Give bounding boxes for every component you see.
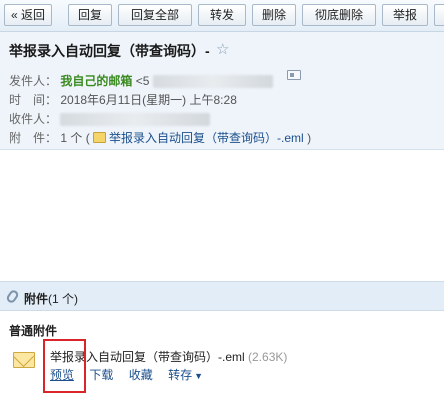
highlight-box (43, 339, 86, 393)
paperclip-icon (5, 288, 20, 305)
back-button[interactable]: « 返回 (4, 4, 52, 26)
attachment-bar-label: 附件 (24, 292, 49, 306)
mail-toolbar: « 返回 回复 回复全部 转发 删除 彻底删除 举报 (0, 0, 444, 32)
attachment-count: 1 个 ( (60, 131, 90, 145)
contact-card-icon[interactable] (287, 70, 301, 80)
normal-attachments-heading: 普通附件 (9, 324, 58, 338)
delete-button[interactable]: 删除 (252, 4, 296, 26)
report-button[interactable]: 举报 (382, 4, 428, 26)
eml-file-icon (93, 132, 107, 143)
time-value: 2018年6月11日(星期一) 上午8:28 (60, 93, 237, 107)
sender-row: 发件人： 我自己的邮箱 <5 (9, 72, 273, 89)
attachment-bar-count: (1 个) (48, 292, 79, 306)
time-row: 时 间： 2018年6月11日(星期一) 上午8:28 (9, 91, 237, 108)
attachment-link[interactable]: 举报录入自动回复（带查询码）-.eml (109, 131, 304, 145)
redacted-address (152, 75, 273, 89)
attachment-label: 附 件： (9, 131, 58, 145)
attachment-close: ) (307, 131, 312, 145)
recipient-label: 收件人： (9, 112, 58, 126)
sender-label: 发件人： (9, 74, 58, 88)
collect-link[interactable]: 收藏 (129, 368, 153, 382)
envelope-icon (13, 352, 35, 368)
redacted-recipient (60, 113, 211, 127)
chevron-down-icon: ▼ (194, 371, 204, 381)
recipient-row: 收件人： (9, 110, 211, 127)
attachment-row: 附 件： 1 个 ( 举报录入自动回复（带查询码）-.eml ) (9, 129, 311, 146)
save-to-label: 转存 (168, 368, 193, 382)
forward-button[interactable]: 转发 (198, 4, 246, 26)
download-link[interactable]: 下载 (89, 368, 113, 382)
mail-header: 举报录入自动回复（带查询码）- ☆ 发件人： 我自己的邮箱 <5 时 间： 20… (0, 32, 444, 150)
sender-address-open: <5 (135, 74, 150, 88)
reply-all-button[interactable]: 回复全部 (118, 4, 192, 26)
delete-permanently-button[interactable]: 彻底删除 (302, 4, 376, 26)
sender-name[interactable]: 我自己的邮箱 (60, 74, 132, 88)
time-label: 时 间： (9, 93, 58, 107)
star-icon[interactable]: ☆ (216, 40, 229, 58)
mail-subject: 举报录入自动回复（带查询码）- (9, 43, 210, 59)
attachment-bar-title: 附件(1 个) (24, 290, 78, 307)
attachment-bar: 附件(1 个) (0, 281, 444, 311)
attachment-file-size: (2.63K) (248, 350, 288, 364)
more-button[interactable] (434, 4, 444, 26)
save-to-link[interactable]: 转存 ▼ (168, 368, 203, 382)
reply-button[interactable]: 回复 (68, 4, 112, 26)
